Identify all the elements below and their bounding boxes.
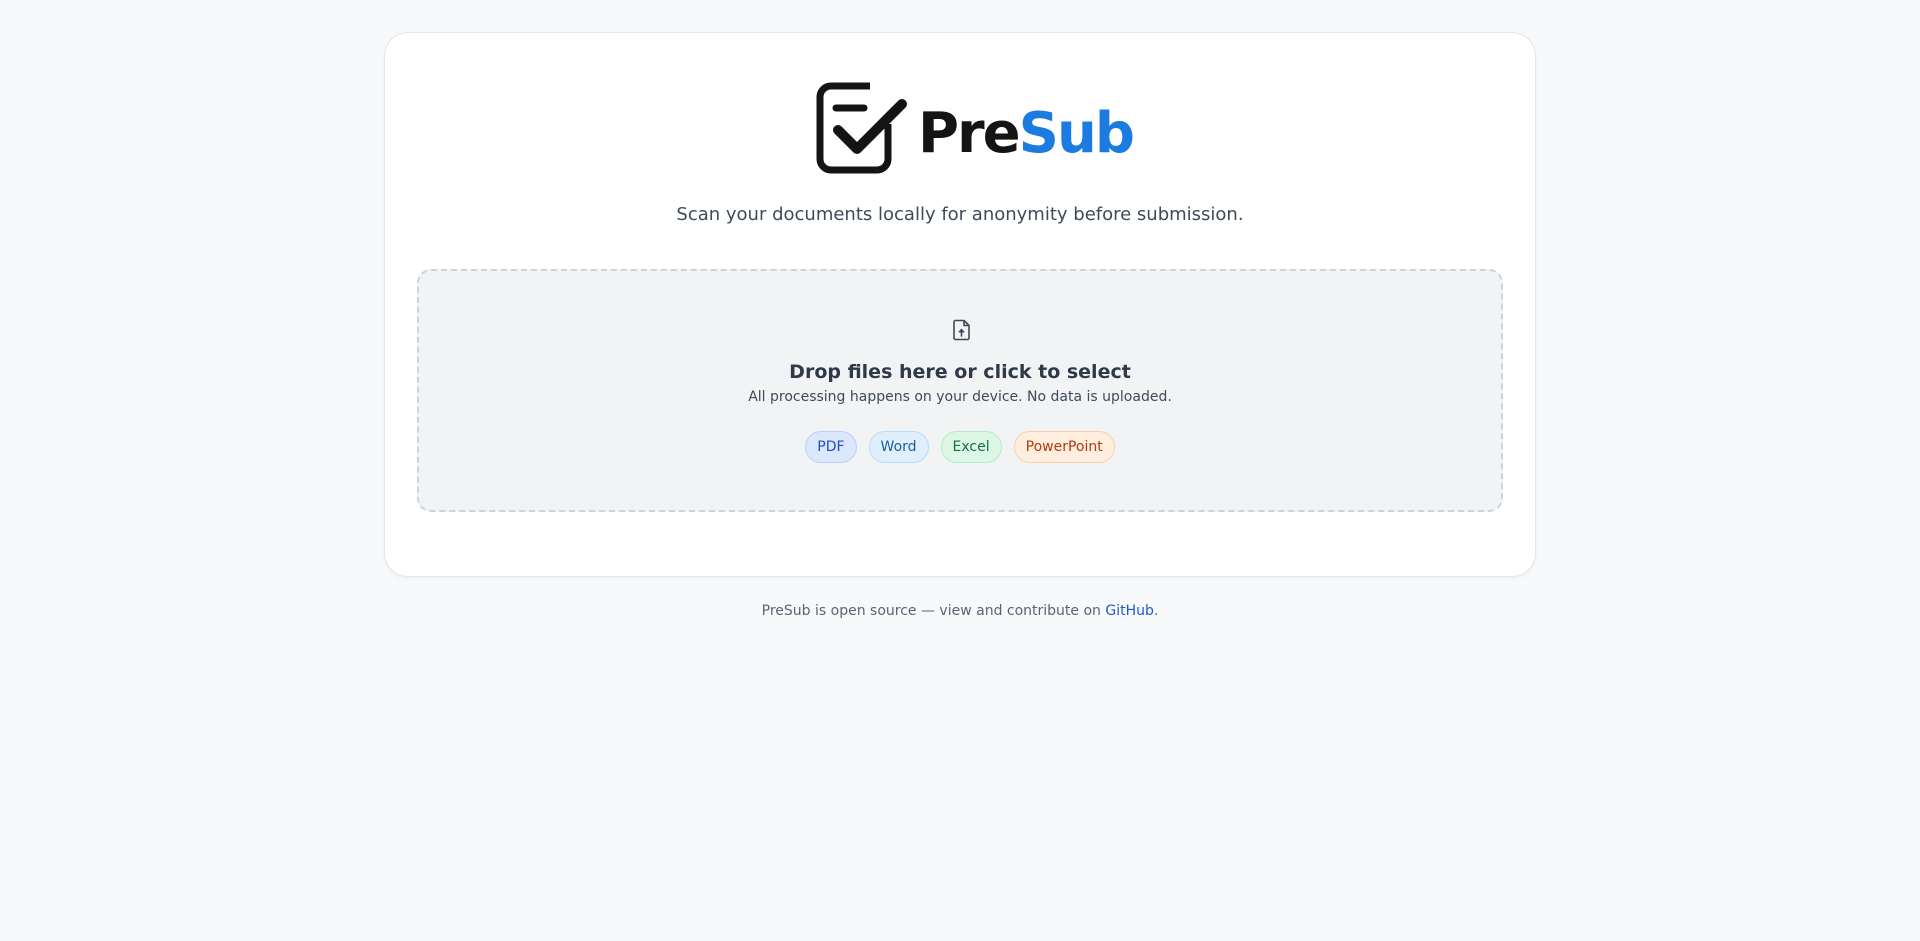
- footer-suffix: .: [1153, 603, 1159, 619]
- checkbox-check-icon: [816, 82, 907, 174]
- format-badge-word: Word: [868, 431, 929, 463]
- file-dropzone[interactable]: Drop files here or click to select All p…: [417, 269, 1503, 512]
- presub-logo: PreSub: [816, 82, 1135, 174]
- format-badge-pdf: PDF: [805, 431, 857, 463]
- logo-text-pre: Pre: [918, 101, 1021, 166]
- dropzone-title: Drop files here or click to select: [789, 361, 1131, 383]
- format-badge-excel: Excel: [940, 431, 1002, 463]
- footer-text: PreSub is open source — view and contrib…: [761, 603, 1106, 619]
- dropzone-subtitle: All processing happens on your device. N…: [748, 389, 1172, 405]
- github-link[interactable]: GitHub: [1105, 603, 1154, 619]
- format-badge-powerpoint: PowerPoint: [1013, 431, 1115, 463]
- format-badges: PDF Word Excel PowerPoint: [419, 431, 1501, 463]
- file-upload-icon: [953, 319, 970, 341]
- tagline: Scan your documents locally for anonymit…: [676, 204, 1244, 225]
- logo-text-sub: Sub: [1018, 101, 1135, 166]
- logo-wordmark: PreSub: [918, 106, 1135, 162]
- main-card: PreSub Scan your documents locally for a…: [384, 32, 1536, 577]
- footer: PreSub is open source — view and contrib…: [0, 602, 1920, 620]
